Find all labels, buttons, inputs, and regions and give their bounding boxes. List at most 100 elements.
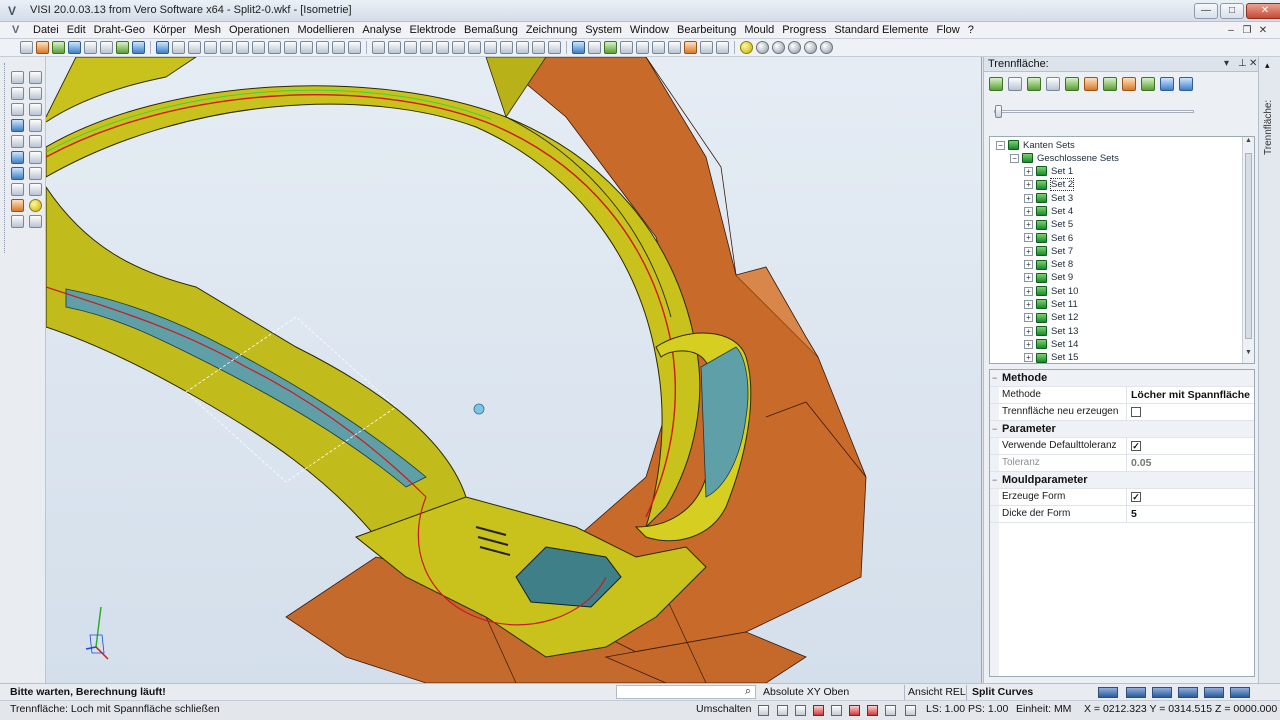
menu-item-bemaßung[interactable]: Bemaßung <box>460 24 522 37</box>
confirm-icon[interactable] <box>1160 77 1174 91</box>
attr-toggle-icon[interactable] <box>905 705 916 716</box>
extrude-icon[interactable] <box>11 135 24 148</box>
section-methode[interactable]: − Methode <box>990 370 1254 387</box>
menu-item-modellieren[interactable]: Modellieren <box>294 24 359 37</box>
view-button-2[interactable] <box>1126 687 1146 698</box>
rectangle-icon[interactable] <box>11 87 24 100</box>
expand-icon[interactable]: + <box>1024 260 1033 270</box>
view-bottom-icon[interactable] <box>652 41 665 54</box>
expand-icon[interactable]: + <box>1024 246 1033 256</box>
tree-item-set[interactable]: + Set 11 <box>1024 298 1078 311</box>
edit-set-icon[interactable] <box>1122 77 1136 91</box>
isometric-model[interactable] <box>46 57 982 683</box>
surface-icon[interactable] <box>29 167 42 180</box>
sweep-icon[interactable] <box>11 151 24 164</box>
line-icon[interactable] <box>29 71 42 84</box>
view-button-6[interactable] <box>1230 687 1250 698</box>
view-side-icon[interactable] <box>604 41 617 54</box>
prop-dicke[interactable]: Dicke der Form 5 <box>990 506 1254 523</box>
menu-item-edit[interactable]: Edit <box>63 24 90 37</box>
menu-item-draht-geo[interactable]: Draht-Geo <box>90 24 149 37</box>
offset-icon[interactable] <box>29 103 42 116</box>
tree-item-set[interactable]: + Set 3 <box>1024 192 1073 205</box>
section-parameter[interactable]: − Parameter <box>990 421 1254 438</box>
highlight-icon[interactable] <box>29 199 42 212</box>
checkbox-erzeuge-form[interactable]: ✓ <box>1131 492 1141 502</box>
hidden-line-icon[interactable] <box>316 41 329 54</box>
expand-icon[interactable]: + <box>1024 313 1033 323</box>
tree-item-set[interactable]: + Set 12 <box>1024 311 1078 324</box>
view-button-4[interactable] <box>1178 687 1198 698</box>
arc-icon[interactable] <box>29 87 42 100</box>
menu-item-mould[interactable]: Mould <box>740 24 778 37</box>
checkbox-default-tol[interactable]: ✓ <box>1131 441 1141 451</box>
tree-group[interactable]: − Geschlossene Sets <box>1010 152 1119 165</box>
shade-icon[interactable] <box>284 41 297 54</box>
cad-viewport[interactable] <box>46 57 982 683</box>
new-file-icon[interactable] <box>20 41 33 54</box>
tree-item-set[interactable]: + Set 2 <box>1024 178 1075 192</box>
expand-icon[interactable]: + <box>1024 206 1033 216</box>
open-file-icon[interactable] <box>36 41 49 54</box>
view-settings-icon[interactable] <box>716 41 729 54</box>
section-mouldparameter[interactable]: − Mouldparameter <box>990 472 1254 489</box>
filter-icon[interactable] <box>436 41 449 54</box>
cavity-icon[interactable] <box>29 183 42 196</box>
refresh-icon[interactable] <box>1027 77 1041 91</box>
render-edges-sphere-icon[interactable] <box>788 41 801 54</box>
workplane-icon[interactable] <box>484 41 497 54</box>
prop-erzeuge-form[interactable]: Erzeuge Form ✓ <box>990 489 1254 506</box>
menu-item-window[interactable]: Window <box>626 24 673 37</box>
ortho-toggle-icon[interactable] <box>777 705 788 716</box>
open-recent-icon[interactable] <box>52 41 65 54</box>
minimize-button[interactable]: — <box>1194 3 1218 19</box>
trim-icon[interactable] <box>11 103 24 116</box>
measure-icon[interactable] <box>348 41 361 54</box>
save-icon[interactable] <box>68 41 81 54</box>
undo-arrow-icon[interactable] <box>11 215 24 228</box>
point-icon[interactable] <box>11 71 24 84</box>
slider-thumb[interactable] <box>995 105 1002 118</box>
view-front-icon[interactable] <box>588 41 601 54</box>
grid-toggle-icon[interactable] <box>795 705 806 716</box>
prop-default-tol[interactable]: Verwende Defaulttoleranz ✓ <box>990 438 1254 455</box>
tree-item-set[interactable]: + Set 8 <box>1024 258 1073 271</box>
layer-off-icon[interactable] <box>404 41 417 54</box>
panel-slider[interactable] <box>994 104 1194 118</box>
refresh-icon[interactable] <box>156 41 169 54</box>
add-set-icon[interactable] <box>1103 77 1117 91</box>
view-iso-icon[interactable] <box>620 41 633 54</box>
tree-item-set[interactable]: + Set 10 <box>1024 285 1078 298</box>
view-button-1[interactable] <box>1098 687 1118 698</box>
expand-icon[interactable]: + <box>1024 273 1033 283</box>
tree-item-set[interactable]: + Set 1 <box>1024 165 1073 178</box>
save-as-icon[interactable] <box>84 41 97 54</box>
tree-item-set[interactable]: + Set 5 <box>1024 218 1073 231</box>
pan-icon[interactable] <box>220 41 233 54</box>
rotate-icon[interactable] <box>236 41 249 54</box>
tree-scrollbar[interactable]: ▲ ▼ <box>1242 137 1254 363</box>
cplane-icon[interactable] <box>468 41 481 54</box>
zoom-all-icon[interactable] <box>204 41 217 54</box>
tree-item-set[interactable]: + Set 7 <box>1024 245 1073 258</box>
search-icon[interactable]: ⌕ <box>745 685 751 698</box>
options-icon[interactable] <box>1179 77 1193 91</box>
apply-icon[interactable] <box>1141 77 1155 91</box>
menu-item-operationen[interactable]: Operationen <box>225 24 294 37</box>
expand-icon[interactable]: + <box>1024 180 1033 190</box>
menu-item-datei[interactable]: Datei <box>29 24 63 37</box>
expand-icon[interactable]: + <box>1024 286 1033 296</box>
view-left-icon[interactable] <box>684 41 697 54</box>
grid-icon[interactable] <box>516 41 529 54</box>
help-icon[interactable] <box>11 167 24 180</box>
mdi-close-icon[interactable]: ✕ <box>1256 24 1270 37</box>
render-wire-sphere-icon[interactable] <box>772 41 785 54</box>
expand-icon[interactable]: + <box>1024 220 1033 230</box>
expand-icon[interactable]: + <box>1024 353 1033 363</box>
umschalten[interactable]: Umschalten <box>696 703 751 715</box>
view-user-icon[interactable] <box>636 41 649 54</box>
tree-item-set[interactable]: + Set 4 <box>1024 205 1073 218</box>
menu-item-progress[interactable]: Progress <box>778 24 830 37</box>
tree-item-set[interactable]: + Set 15 <box>1024 351 1078 363</box>
help-icon[interactable] <box>989 77 1003 91</box>
